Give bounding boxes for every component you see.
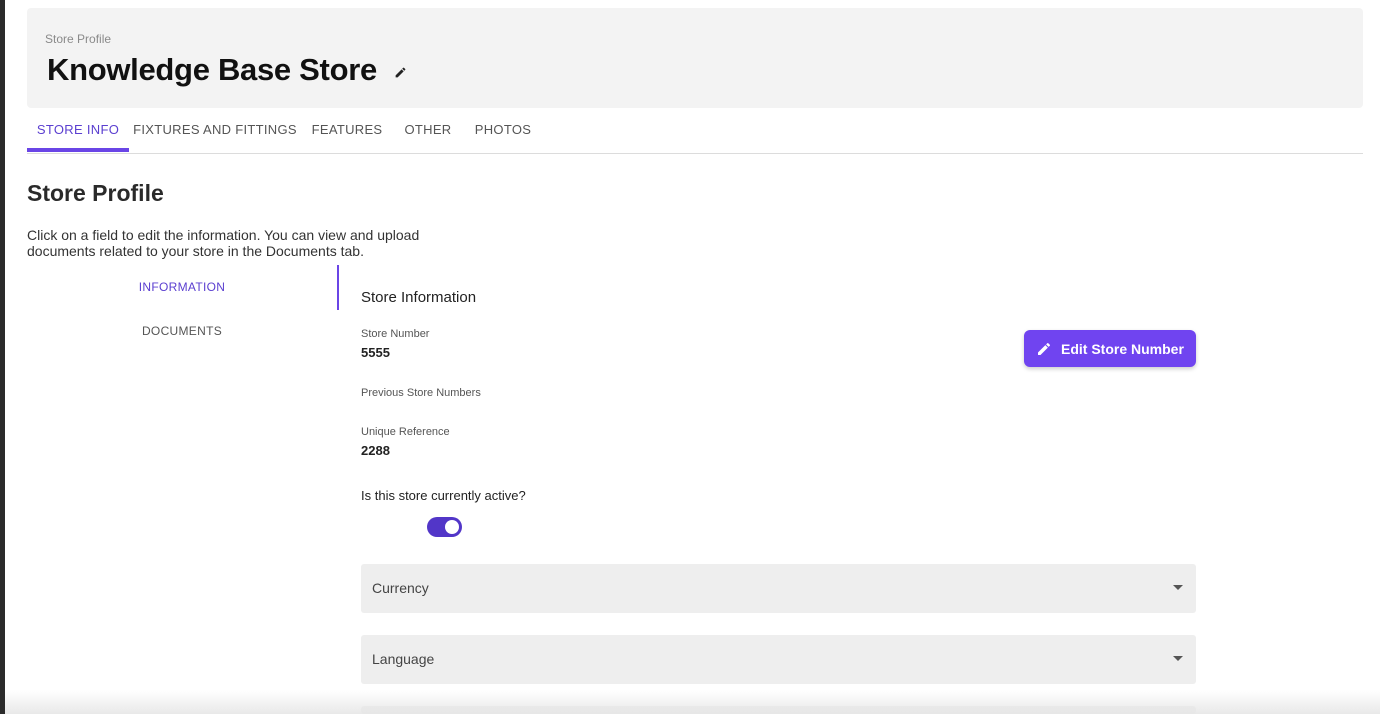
toggle-knob (445, 520, 459, 534)
window-edge (0, 0, 5, 714)
side-nav-indicator (337, 265, 339, 310)
side-nav-documents[interactable]: DOCUMENTS (92, 324, 272, 338)
section-description: Click on a field to edit the information… (27, 227, 420, 259)
pencil-icon (1038, 342, 1051, 355)
side-nav-information[interactable]: INFORMATION (92, 280, 272, 294)
active-question: Is this store currently active? (361, 488, 526, 503)
previous-store-numbers-label[interactable]: Previous Store Numbers (361, 387, 481, 399)
store-header: Store Profile Knowledge Base Store (27, 8, 1363, 108)
section-title: Store Profile (27, 180, 164, 206)
tab-bar: STORE INFO FIXTURES AND FITTINGS FEATURE… (27, 110, 1363, 154)
caret-down-icon (1173, 656, 1183, 661)
tab-active-indicator (27, 148, 129, 152)
pencil-icon (395, 67, 405, 77)
language-select-label: Language (372, 651, 435, 667)
store-active-toggle[interactable] (427, 517, 462, 537)
tab-label: STORE INFO (36, 122, 120, 137)
scroll-fade (5, 690, 1380, 714)
tab-label: FEATURES (311, 122, 383, 137)
store-number-label: Store Number (361, 328, 430, 340)
store-number-value[interactable]: 5555 (361, 345, 390, 360)
edit-store-number-label: Edit Store Number (1061, 340, 1184, 357)
tab-fixtures-and-fittings[interactable]: FIXTURES AND FITTINGS (129, 110, 301, 153)
language-select[interactable]: Language (361, 635, 1196, 684)
tab-features[interactable]: FEATURES (301, 110, 393, 153)
edit-store-number-button[interactable]: Edit Store Number (1024, 330, 1196, 367)
header-eyebrow: Store Profile (45, 32, 112, 46)
panel-title: Store Information (361, 289, 477, 306)
tab-other[interactable]: OTHER (393, 110, 463, 153)
currency-select-label: Currency (372, 580, 429, 596)
currency-select[interactable]: Currency (361, 564, 1196, 613)
store-title: Knowledge Base Store (47, 52, 377, 87)
tab-label: OTHER (404, 122, 452, 137)
edit-title-button[interactable] (390, 62, 410, 82)
tab-store-info[interactable]: STORE INFO (27, 110, 129, 153)
caret-down-icon (1173, 585, 1183, 590)
tab-photos[interactable]: PHOTOS (463, 110, 543, 153)
unique-reference-label: Unique Reference (361, 426, 450, 438)
tab-label: PHOTOS (474, 122, 532, 137)
tab-label: FIXTURES AND FITTINGS (133, 122, 297, 137)
unique-reference-value[interactable]: 2288 (361, 443, 390, 458)
